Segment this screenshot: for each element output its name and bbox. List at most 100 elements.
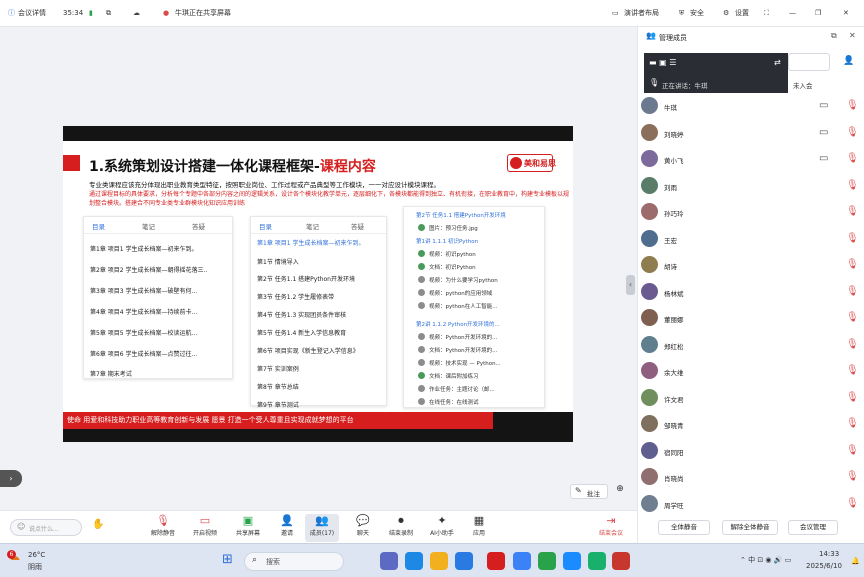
- share-screen-button[interactable]: ▣ 共享屏幕: [231, 514, 265, 542]
- add-member-icon[interactable]: 👤: [843, 56, 854, 66]
- camera-icon[interactable]: ▭: [819, 99, 828, 112]
- mic-muted-icon[interactable]: 🎙: [846, 444, 859, 457]
- chapter-row[interactable]: 第2章 项目2 学生成长档案—朝得摇花落三..: [90, 265, 207, 274]
- chat-input[interactable]: ☺ 说点什么...: [10, 519, 82, 536]
- tab-notes[interactable]: 笔记: [306, 221, 319, 231]
- invite-button[interactable]: 👤 邀请: [270, 514, 304, 542]
- resource-item[interactable]: 视频：python在人工智能...: [429, 302, 498, 310]
- swap-icon[interactable]: ⇄: [774, 58, 781, 67]
- unmute-button[interactable]: 🎙 解除静音: [146, 514, 180, 542]
- shield-icon[interactable]: ⛨: [679, 8, 684, 19]
- cloud-icon[interactable]: ☁: [133, 8, 140, 19]
- camera-icon[interactable]: ▭: [819, 126, 828, 139]
- section-row[interactable]: 第2节 任务1.1 搭建Python开发环境: [257, 274, 355, 283]
- chapter-row[interactable]: 第6章 项目6 学生成长档案—点赞过往...: [90, 349, 197, 358]
- member-row[interactable]: 余大维 🎙: [638, 358, 864, 384]
- resource-item[interactable]: 视频：技术实现 — Python...: [429, 359, 501, 367]
- zoom-icon[interactable]: ⊕: [612, 484, 628, 499]
- raise-hand-icon[interactable]: ✋: [92, 519, 104, 530]
- file-explorer-icon[interactable]: [430, 552, 448, 570]
- task-view-icon[interactable]: [380, 552, 398, 570]
- section-row[interactable]: 第7节 实训案例: [257, 364, 299, 373]
- resource-item[interactable]: 在线任务：在线测试: [429, 398, 479, 406]
- system-tray-icons[interactable]: ⌃ 中 ⊡ ◉ 🔊 ▭: [740, 555, 791, 565]
- chapter-row[interactable]: 第1章 项目1 学生成长档案—初来乍到。: [90, 244, 197, 253]
- info-icon[interactable]: ⓘ: [8, 8, 15, 19]
- mic-muted-icon[interactable]: 🎙: [846, 364, 859, 377]
- member-row[interactable]: 王宏 🎙: [638, 226, 864, 252]
- section-row[interactable]: 第8节 章节总结: [257, 382, 299, 391]
- members-button[interactable]: 👥 成员(17): [305, 514, 339, 542]
- resource-item[interactable]: 文档：初识Python: [429, 263, 476, 271]
- chat-button[interactable]: 💬 聊天: [346, 514, 380, 542]
- tab-catalog[interactable]: 目录: [259, 221, 272, 231]
- chapter-row[interactable]: 第7章 期末考试: [90, 369, 132, 378]
- tab-catalog[interactable]: 目录: [92, 221, 105, 231]
- mic-muted-icon[interactable]: 🎙: [846, 497, 859, 510]
- wps-icon[interactable]: [487, 552, 505, 570]
- member-row[interactable]: 邹晓青 🎙: [638, 411, 864, 437]
- section-row[interactable]: 第6节 项目实现《新生登记入学信息》: [257, 346, 359, 355]
- section-row[interactable]: 第9节 章节测试: [257, 400, 299, 409]
- member-row[interactable]: 胡诗 🎙: [638, 252, 864, 278]
- maximize-icon[interactable]: ❐: [815, 8, 821, 19]
- tab-qa[interactable]: 答疑: [192, 221, 205, 231]
- apps-button[interactable]: ▦ 应用: [462, 514, 496, 542]
- mic-muted-icon[interactable]: 🎙: [846, 205, 859, 218]
- meeting-app-icon[interactable]: [563, 552, 581, 570]
- mic-muted-icon[interactable]: 🎙: [846, 311, 859, 324]
- speaker-view-button[interactable]: 演讲者布局: [624, 8, 659, 19]
- minimize-icon[interactable]: —: [789, 8, 796, 19]
- meeting-detail-link[interactable]: 会议详情: [18, 8, 46, 19]
- ai-assistant-button[interactable]: ✦ AI小助手: [425, 514, 459, 542]
- close-sidebar-icon[interactable]: ✕: [849, 31, 856, 40]
- mic-muted-icon[interactable]: 🎙: [846, 417, 859, 430]
- meeting-manage-button[interactable]: 会议管理: [788, 520, 838, 535]
- chapter-row[interactable]: 第3章 项目3 学生成长档案—破壁有何...: [90, 286, 197, 295]
- resource-item[interactable]: 视频：python的应用领域: [429, 289, 492, 297]
- edge-icon[interactable]: [405, 552, 423, 570]
- notification-icon[interactable]: 🔔: [851, 557, 860, 565]
- mic-muted-icon[interactable]: 🎙: [846, 285, 859, 298]
- resource-item[interactable]: 文档：课后附加练习: [429, 372, 479, 380]
- resource-item[interactable]: 视频：初识python: [429, 250, 476, 258]
- taskbar-search[interactable]: ⌕ 搜索: [244, 552, 344, 571]
- member-row[interactable]: 郑红松 🎙: [638, 332, 864, 358]
- resource-item[interactable]: 视频：为什么要学习python: [429, 276, 498, 284]
- tab-notes[interactable]: 笔记: [142, 221, 155, 231]
- wechat-icon[interactable]: [538, 552, 556, 570]
- close-icon[interactable]: ✕: [843, 8, 849, 19]
- section-heading[interactable]: 第2节 任务1.1 搭建Python开发环境: [416, 211, 506, 219]
- start-icon[interactable]: ⊞: [222, 552, 233, 567]
- lesson-heading[interactable]: 第2讲 1.1.2 Python开发环境的...: [416, 320, 500, 328]
- section-row[interactable]: 第3节 任务1.2 学生履修表带: [257, 292, 334, 301]
- member-row[interactable]: 孙巧玲 🎙: [638, 199, 864, 225]
- lesson-heading[interactable]: 第1讲 1.1.1 初识Python: [416, 237, 478, 245]
- mic-muted-icon[interactable]: 🎙: [846, 99, 859, 112]
- start-video-button[interactable]: ▭ 开启视频: [188, 514, 222, 542]
- gear-icon[interactable]: ⚙: [723, 8, 729, 19]
- member-row[interactable]: 黄小飞 🎙 ▭: [638, 146, 864, 172]
- fullscreen-icon[interactable]: ⛶: [764, 8, 769, 19]
- section-row[interactable]: 第4节 任务1.3 实现团员条件审核: [257, 310, 346, 319]
- tab-qa[interactable]: 答疑: [351, 221, 364, 231]
- mic-muted-icon[interactable]: 🎙: [846, 179, 859, 192]
- resource-item[interactable]: 图片：预习任务.jpg: [429, 224, 478, 232]
- tab-not-joined[interactable]: 未入会: [793, 80, 813, 90]
- app2-icon[interactable]: [588, 552, 606, 570]
- mic-muted-icon[interactable]: 🎙: [846, 232, 859, 245]
- leave-meeting-button[interactable]: ⇥ 结束会议: [591, 514, 631, 542]
- mic-muted-icon[interactable]: 🎙: [846, 152, 859, 165]
- camera-icon[interactable]: ▭: [819, 152, 828, 165]
- mic-muted-icon[interactable]: 🎙: [846, 258, 859, 271]
- collapse-sidebar-handle[interactable]: ‹: [626, 275, 635, 295]
- section-row[interactable]: 第5节 任务1.4 新生入学信息教育: [257, 328, 346, 337]
- member-search-input[interactable]: [788, 53, 830, 71]
- unmute-all-button[interactable]: 解除全体静音: [722, 520, 778, 535]
- member-row[interactable]: 许文君 🎙: [638, 385, 864, 411]
- member-row[interactable]: 宿同阳 🎙: [638, 438, 864, 464]
- mic-muted-icon[interactable]: 🎙: [846, 470, 859, 483]
- section-row[interactable]: 第1节 情境导入: [257, 257, 299, 266]
- layout-switch-icon[interactable]: ▬ ▣ ☰: [649, 58, 676, 67]
- mic-muted-icon[interactable]: 🎙: [846, 391, 859, 404]
